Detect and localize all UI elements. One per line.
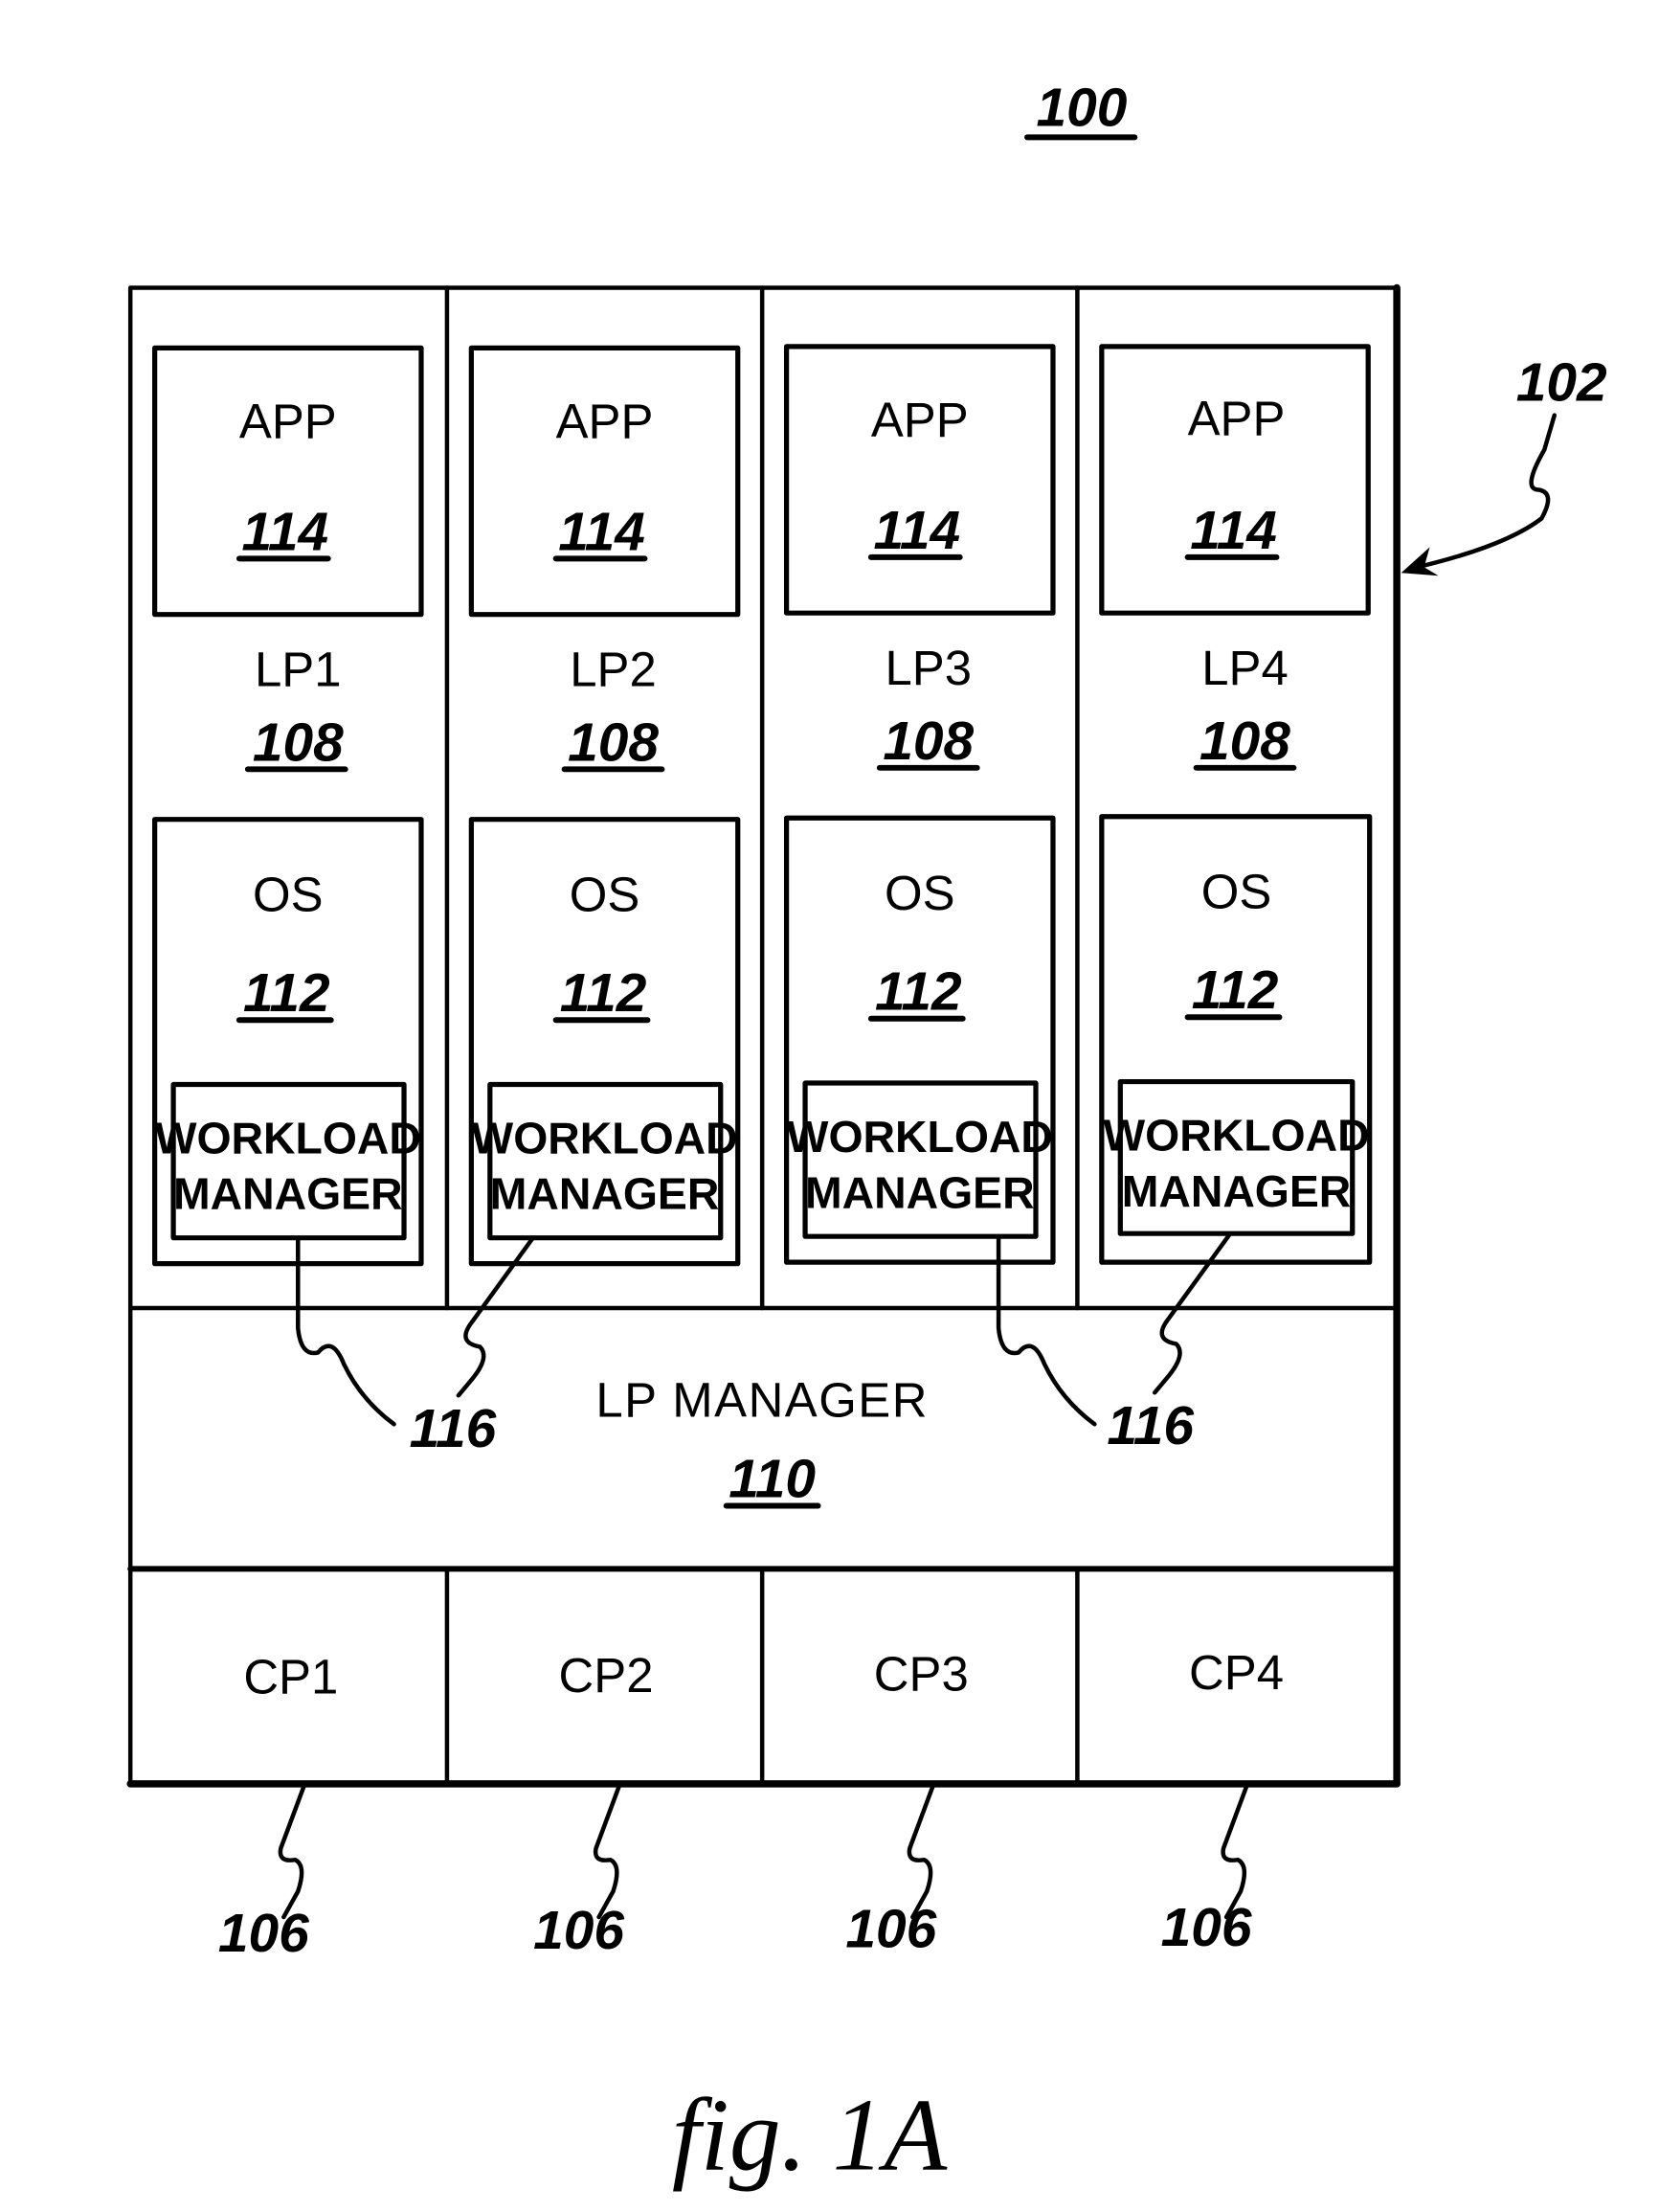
wlm-ref-left: 116 xyxy=(410,1399,497,1459)
lp-name: LP1 xyxy=(255,643,342,697)
app-box xyxy=(468,345,741,618)
lp-manager-ref: 110 xyxy=(729,1450,816,1510)
lp-ref: 108 xyxy=(1199,711,1290,772)
patent-figure: 100 APP 114 LP1 108 OS 112 WORKLOAD MANA… xyxy=(126,78,1607,2192)
partition-lp3: APP 114 LP3 108 OS 112 WORKLOAD MANAGER xyxy=(783,344,1056,1265)
leader-106 xyxy=(593,1784,621,1920)
partition-lp4: APP 114 LP4 108 OS 112 WORKLOAD MANAGER xyxy=(1099,344,1373,1265)
os-label: OS xyxy=(570,867,640,921)
leader-106 xyxy=(278,1784,306,1920)
wlm-line1: WORKLOAD xyxy=(787,1112,1053,1162)
cp1-ref: 106 xyxy=(218,1904,309,1964)
wlm-ref-right: 116 xyxy=(1107,1396,1194,1456)
lp-manager-label: LP MANAGER xyxy=(595,1373,929,1428)
lp-name: LP2 xyxy=(570,643,657,697)
cp3-ref: 106 xyxy=(845,1899,936,1959)
lp-ref: 108 xyxy=(253,712,344,773)
os-ref: 112 xyxy=(1192,960,1279,1021)
os-label: OS xyxy=(1201,864,1272,918)
wlm-line2: MANAGER xyxy=(805,1167,1035,1217)
cp3-label: CP3 xyxy=(874,1647,969,1702)
app-box xyxy=(1099,344,1371,616)
app-ref: 114 xyxy=(1190,501,1277,561)
cp4-label: CP4 xyxy=(1189,1645,1284,1700)
os-label: OS xyxy=(253,867,324,921)
app-box xyxy=(783,344,1056,616)
wlm-line2: MANAGER xyxy=(173,1169,403,1219)
app-ref: 114 xyxy=(241,502,328,562)
app-box xyxy=(152,345,424,618)
partition-lp1: APP 114 LP1 108 OS 112 WORKLOAD MANAGER xyxy=(152,345,424,1267)
leader-102 xyxy=(1408,413,1557,572)
partition-lp2: APP 114 LP2 108 OS 112 WORKLOAD MANAGER xyxy=(468,345,741,1267)
lp-name: LP4 xyxy=(1201,641,1289,695)
app-label: APP xyxy=(871,393,969,447)
app-label: APP xyxy=(239,395,337,449)
wlm-line1: WORKLOAD xyxy=(471,1113,737,1162)
wlm-line1: WORKLOAD xyxy=(155,1113,421,1162)
cp2-label: CP2 xyxy=(559,1648,654,1703)
app-label: APP xyxy=(1188,392,1286,446)
cp2-ref: 106 xyxy=(533,1901,624,1961)
app-label: APP xyxy=(556,395,654,449)
cp4-ref: 106 xyxy=(1161,1898,1252,1958)
os-label: OS xyxy=(885,866,955,920)
app-ref: 114 xyxy=(873,501,960,561)
lp-name: LP3 xyxy=(885,641,972,695)
os-ref: 112 xyxy=(875,962,962,1023)
lp-ref: 108 xyxy=(568,712,659,773)
wlm-line2: MANAGER xyxy=(490,1169,720,1219)
os-ref: 112 xyxy=(243,963,330,1024)
os-ref: 112 xyxy=(560,963,647,1024)
frame-ref: 102 xyxy=(1516,353,1607,414)
app-ref: 114 xyxy=(558,502,645,562)
figure-caption: fig. 1A xyxy=(672,2078,948,2192)
wlm-line2: MANAGER xyxy=(1122,1166,1352,1216)
lp-ref: 108 xyxy=(883,711,974,772)
leader-116-right-b xyxy=(1152,1232,1232,1395)
system-ref: 100 xyxy=(1036,78,1127,138)
cp1-label: CP1 xyxy=(243,1650,338,1704)
leader-106 xyxy=(907,1784,935,1920)
wlm-line1: WORKLOAD xyxy=(1103,1110,1369,1160)
